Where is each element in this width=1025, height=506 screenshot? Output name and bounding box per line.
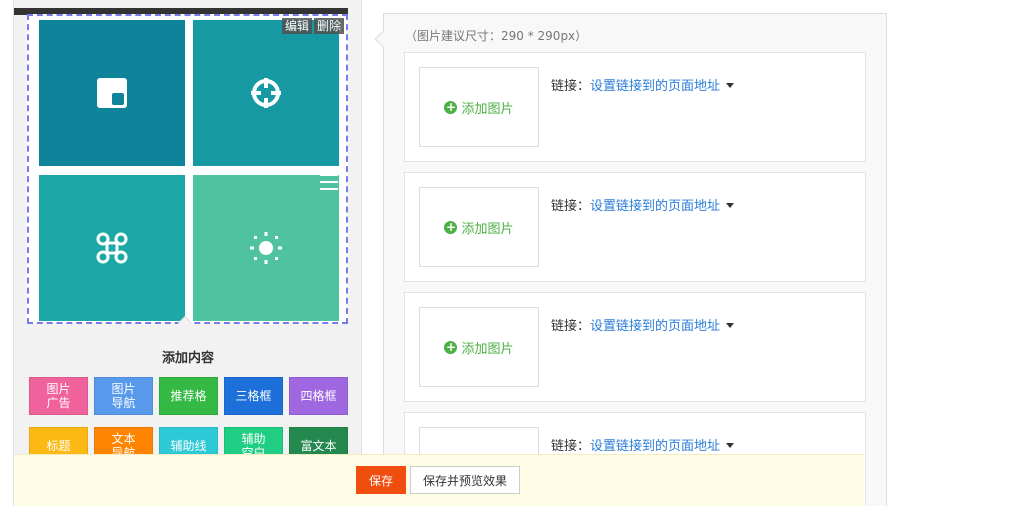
link-row: 链接： 设置链接到的页面地址 bbox=[551, 195, 735, 214]
caret-down-icon[interactable] bbox=[726, 442, 735, 448]
add-image-box[interactable]: +添加图片 bbox=[419, 67, 539, 147]
plus-circle-icon: + bbox=[444, 219, 458, 234]
add-image-box[interactable]: +添加图片 bbox=[419, 307, 539, 387]
add-image-label: 添加图片 bbox=[461, 101, 514, 117]
grid-cell-1[interactable] bbox=[39, 20, 185, 166]
four-grid-module[interactable]: 编辑 删除 bbox=[27, 14, 348, 324]
image-link-item: +添加图片链接：设置链接到的页面地址 bbox=[404, 292, 866, 402]
caret-down-icon[interactable] bbox=[726, 322, 735, 328]
grid-cell-2[interactable] bbox=[193, 20, 339, 166]
add-content-button-5[interactable]: 四格框 bbox=[289, 377, 348, 415]
link-label: 链接： bbox=[551, 319, 591, 334]
save-preview-button[interactable]: 保存并预览效果 bbox=[410, 466, 520, 494]
tile-icon bbox=[97, 78, 127, 108]
sun-icon bbox=[250, 232, 282, 264]
add-content-button-4[interactable]: 三格框 bbox=[224, 377, 283, 415]
command-icon bbox=[96, 232, 128, 264]
image-link-item: +添加图片链接：设置链接到的页面地址 bbox=[404, 52, 866, 162]
link-label: 链接： bbox=[551, 439, 591, 454]
page-root: 编辑 删除 添加内容 图片 广告 图片 导航 推荐格 三格框 四格框 标题 文本 导航 辅助线… bbox=[0, 0, 1025, 506]
add-content-button-3[interactable]: 推荐格 bbox=[159, 377, 218, 415]
link-row: 链接： 设置链接到的页面地址 bbox=[551, 75, 735, 94]
link-select[interactable]: 设置链接到的页面地址 bbox=[590, 75, 720, 94]
link-select[interactable]: 设置链接到的页面地址 bbox=[590, 315, 720, 334]
grid-cell-3[interactable] bbox=[39, 175, 185, 321]
grid-cell-4[interactable] bbox=[193, 175, 339, 321]
target-icon bbox=[251, 78, 281, 108]
plus-circle-icon: + bbox=[444, 339, 458, 354]
link-row: 链接： 设置链接到的页面地址 bbox=[551, 315, 735, 334]
link-select[interactable]: 设置链接到的页面地址 bbox=[590, 195, 720, 214]
link-label: 链接： bbox=[551, 79, 591, 94]
delete-button[interactable]: 删除 bbox=[313, 18, 344, 34]
add-image-label: 添加图片 bbox=[461, 221, 514, 237]
plus-circle-icon: + bbox=[444, 99, 458, 114]
link-row: 链接： 设置链接到的页面地址 bbox=[551, 435, 735, 454]
add-image-label: 添加图片 bbox=[461, 341, 514, 357]
caret-down-icon[interactable] bbox=[726, 202, 735, 208]
add-content-button-2[interactable]: 图片 导航 bbox=[94, 377, 153, 415]
add-image-box[interactable]: +添加图片 bbox=[419, 187, 539, 267]
drag-handle-icon[interactable] bbox=[320, 174, 338, 194]
module-actions: 编辑 删除 bbox=[281, 18, 344, 34]
image-link-item: +添加图片链接：设置链接到的页面地址 bbox=[404, 172, 866, 282]
link-label: 链接： bbox=[551, 199, 591, 214]
edit-button[interactable]: 编辑 bbox=[281, 18, 312, 34]
add-content-title: 添加内容 bbox=[161, 351, 214, 366]
caret-down-icon[interactable] bbox=[726, 82, 735, 88]
image-size-hint: （图片建议尺寸：290 * 290px） bbox=[405, 29, 588, 43]
link-select[interactable]: 设置链接到的页面地址 bbox=[590, 435, 720, 454]
add-content-button-1[interactable]: 图片 广告 bbox=[29, 377, 88, 415]
save-button[interactable]: 保存 bbox=[356, 466, 406, 494]
